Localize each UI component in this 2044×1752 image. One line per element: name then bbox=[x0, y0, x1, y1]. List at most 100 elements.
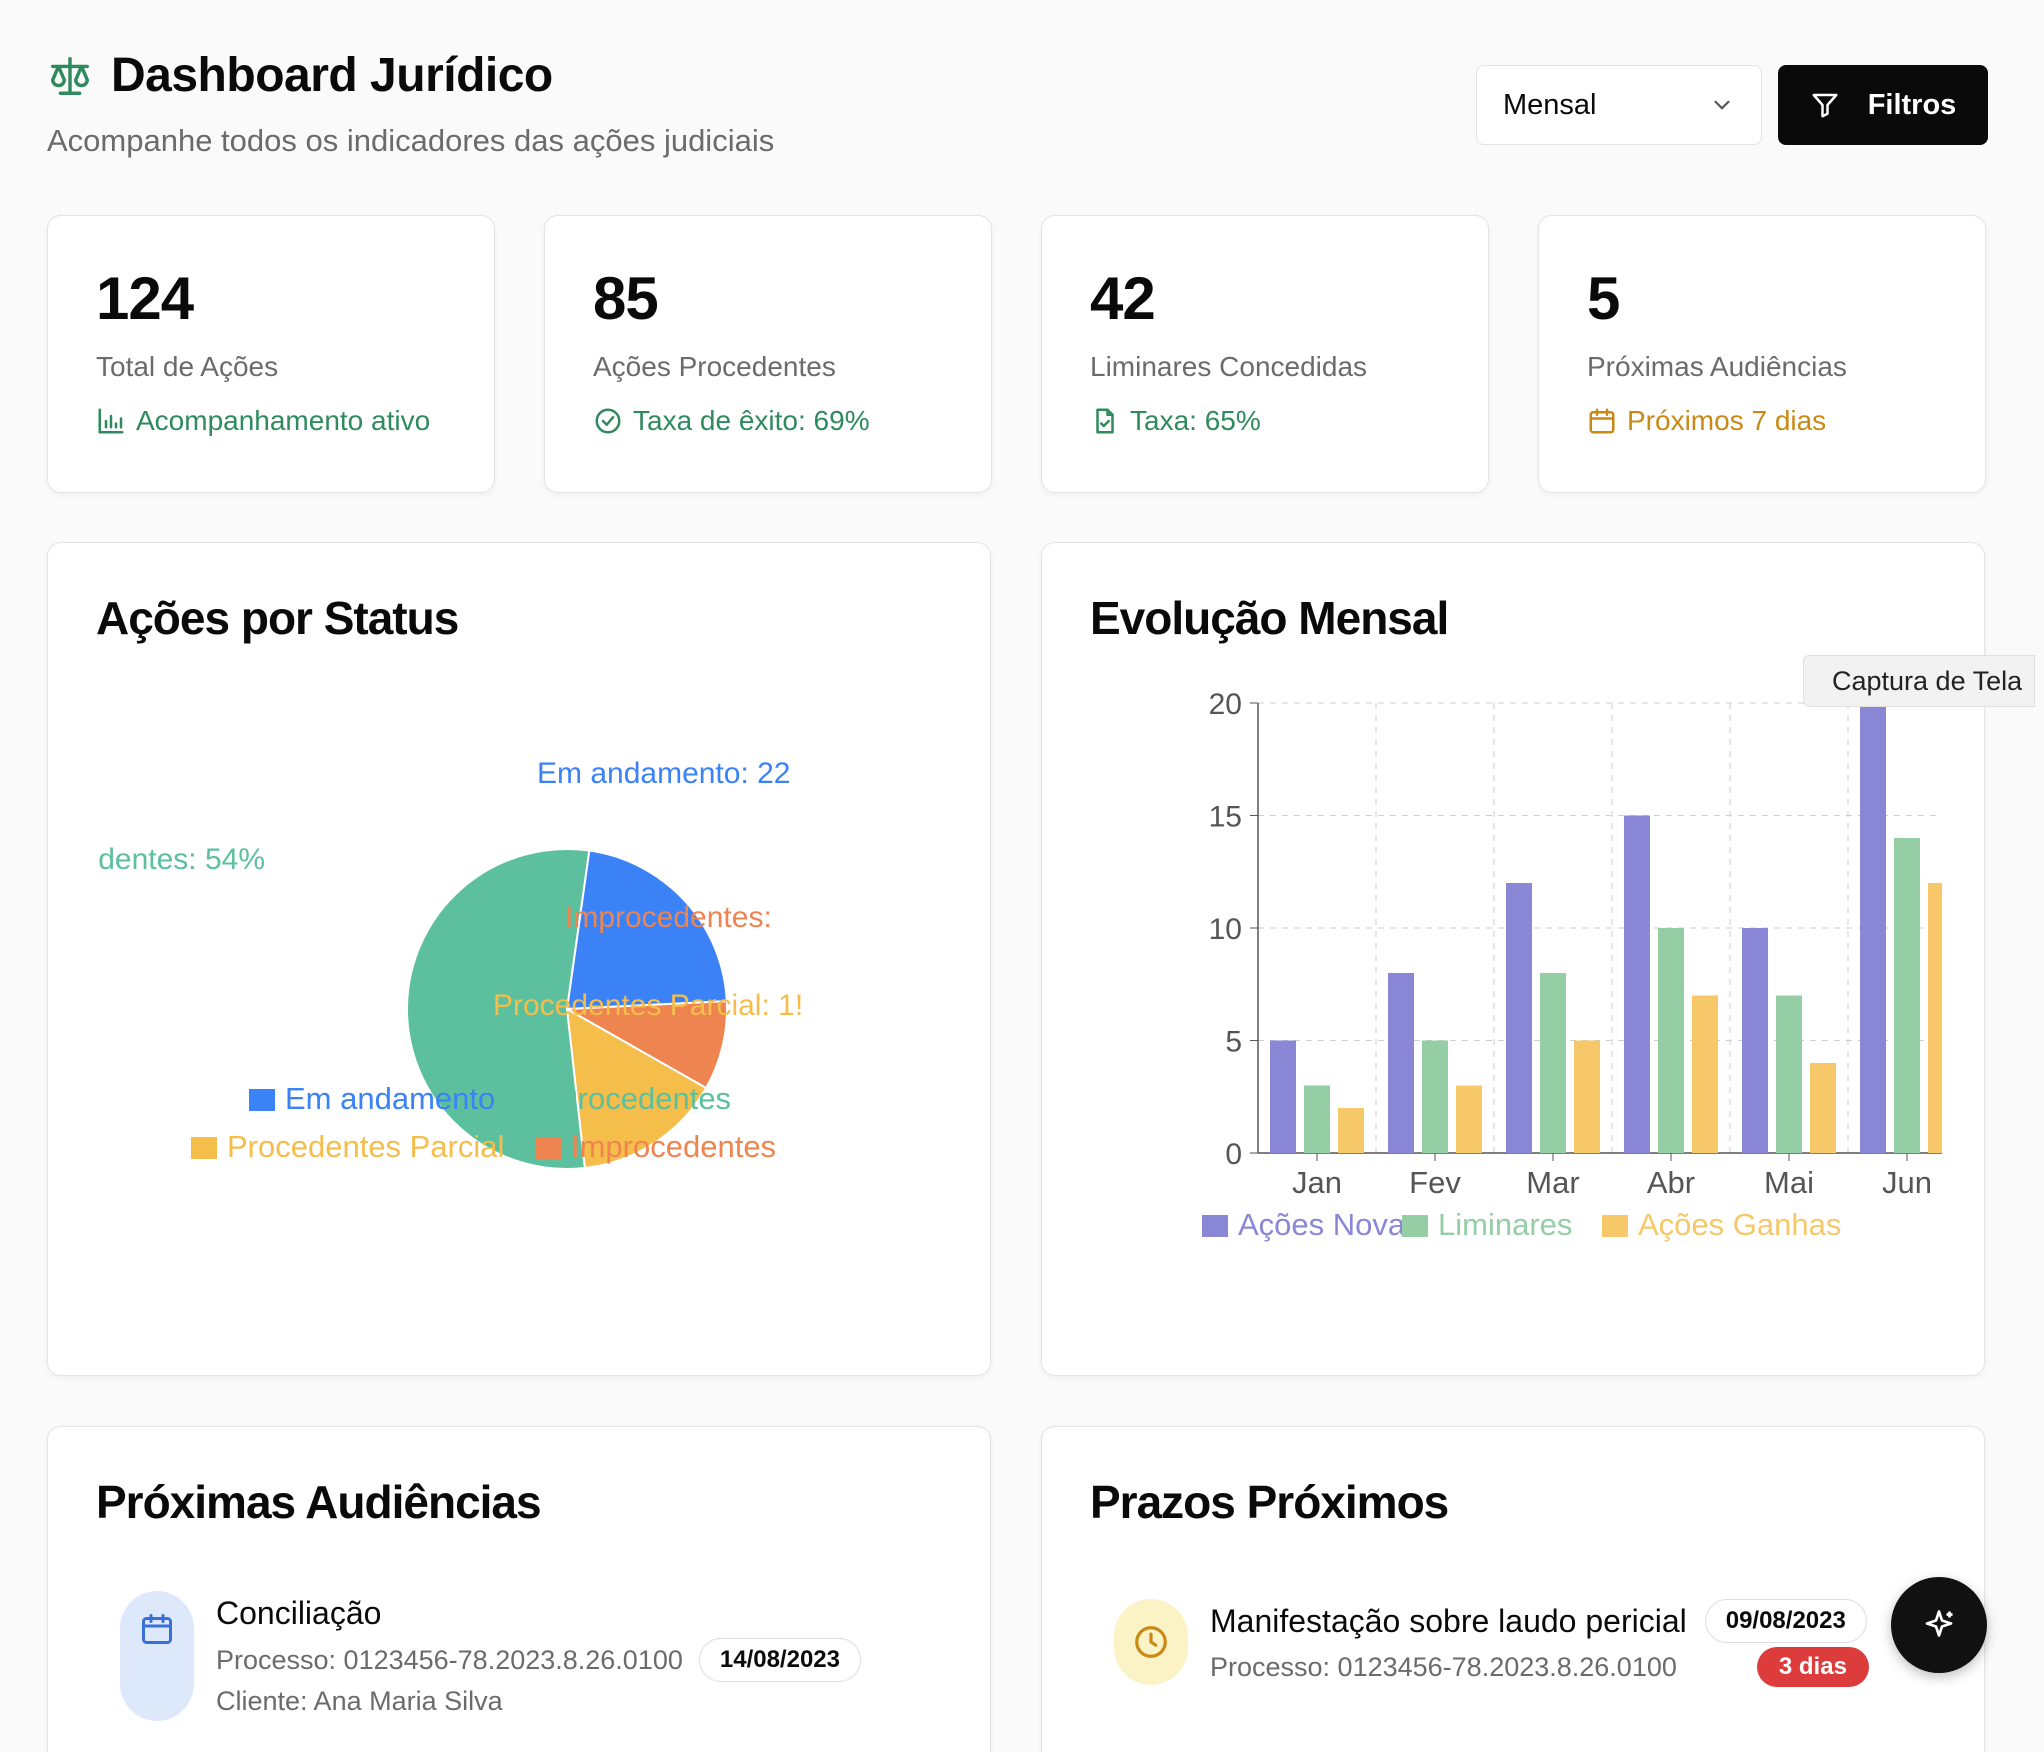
deadline-icon-box bbox=[1114, 1599, 1188, 1685]
legend-item[interactable]: Procedentes bbox=[557, 1081, 731, 1116]
hearing-info: Conciliação Processo: 0123456-78.2023.8.… bbox=[216, 1595, 861, 1721]
x-tick-label: Fev bbox=[1409, 1165, 1461, 1200]
y-tick-label: 10 bbox=[1209, 913, 1242, 946]
stat-value: 85 bbox=[593, 265, 659, 332]
legend-item[interactable]: Em andamento bbox=[285, 1081, 495, 1116]
bar-liminares-jan[interactable] bbox=[1304, 1085, 1330, 1154]
y-tick-label: 5 bbox=[1225, 1026, 1242, 1059]
page-header: Dashboard Jurídico Acompanhe todos os in… bbox=[47, 48, 1988, 168]
x-tick-label: Abr bbox=[1647, 1165, 1695, 1200]
chevron-down-icon bbox=[1714, 100, 1730, 110]
legend-swatch bbox=[535, 1137, 561, 1159]
legend-swatch bbox=[521, 1089, 547, 1111]
bar-ações-novas-mar[interactable] bbox=[1506, 883, 1532, 1153]
scale-icon bbox=[51, 56, 89, 95]
deadline-info: Manifestação sobre laudo pericial 09/08/… bbox=[1210, 1599, 1869, 1687]
stat-card-liminares: 42 Liminares Concedidas Taxa: 65% bbox=[1041, 215, 1489, 493]
deadlines-title: Prazos Próximos bbox=[1090, 1476, 1449, 1528]
hearing-client: Cliente: Ana Maria Silva bbox=[216, 1686, 503, 1716]
header-controls: Mensal Filtros bbox=[1476, 65, 1988, 145]
deadline-process: Processo: 0123456-78.2023.8.26.0100 bbox=[1210, 1651, 1677, 1682]
bar-ações-novas-jun[interactable] bbox=[1860, 703, 1886, 1153]
hearing-item[interactable]: Conciliação Processo: 0123456-78.2023.8.… bbox=[120, 1591, 942, 1721]
legend-swatch bbox=[1202, 1215, 1228, 1237]
x-tick-label: Jun bbox=[1882, 1165, 1932, 1200]
filter-button-label: Filtros bbox=[1867, 88, 1957, 121]
stat-card-procedentes: 85 Ações Procedentes Taxa de êxito: 69% bbox=[544, 215, 992, 493]
bar-ações-novas-abr[interactable] bbox=[1624, 815, 1650, 1154]
hearing-date-badge: 14/08/2023 bbox=[698, 1638, 861, 1682]
stat-note-text: Próximos 7 dias bbox=[1627, 405, 1827, 436]
bar-liminares-abr[interactable] bbox=[1658, 928, 1684, 1153]
stat-label: Ações Procedentes bbox=[593, 351, 836, 382]
file-check-icon bbox=[1096, 408, 1114, 434]
monthly-chart-title: Evolução Mensal bbox=[1090, 592, 1449, 644]
bar-ações-ganhas-abr[interactable] bbox=[1692, 995, 1718, 1154]
pie-slice-label: ocedentes: 54% bbox=[97, 843, 265, 876]
bar-liminares-jun[interactable] bbox=[1894, 838, 1920, 1153]
status-pie-chart: Em andamento: 22 Improcedentes: Procedente… bbox=[97, 757, 803, 1170]
pie-slice-label: Procedentes Parcial: 1! bbox=[493, 989, 803, 1022]
bar-ações-ganhas-fev[interactable] bbox=[1456, 1085, 1482, 1154]
stat-label: Liminares Concedidas bbox=[1090, 351, 1368, 382]
bar-ações-ganhas-jun[interactable] bbox=[1928, 883, 1942, 1153]
legend-item[interactable]: Improcedentes bbox=[571, 1129, 776, 1164]
page-title: Dashboard Jurídico bbox=[111, 49, 553, 102]
x-tick-label: Mar bbox=[1526, 1165, 1579, 1200]
status-chart-panel: Ações por Status Em andamento: 22 Improce… bbox=[47, 542, 991, 1376]
legend-swatch bbox=[1602, 1215, 1628, 1237]
hearing-process: Processo: 0123456-78.2023.8.26.0100 bbox=[216, 1644, 683, 1675]
bar-ações-novas-fev[interactable] bbox=[1388, 973, 1414, 1153]
bar-ações-ganhas-jan[interactable] bbox=[1338, 1108, 1364, 1153]
bar-ações-novas-mai[interactable] bbox=[1742, 928, 1768, 1153]
filter-icon bbox=[1812, 93, 1838, 118]
y-tick-label: 15 bbox=[1209, 801, 1242, 834]
stat-note: Acompanhamento ativo bbox=[96, 405, 446, 437]
bar-ações-ganhas-mar[interactable] bbox=[1574, 1040, 1600, 1154]
period-select-value: Mensal bbox=[1503, 88, 1597, 121]
stat-note-text: Acompanhamento ativo bbox=[136, 405, 431, 436]
y-tick-label: 20 bbox=[1209, 688, 1242, 721]
stat-note-text: Taxa de êxito: 69% bbox=[633, 405, 870, 436]
bar-liminares-fev[interactable] bbox=[1422, 1040, 1448, 1154]
stat-value: 5 bbox=[1587, 265, 1620, 332]
legend-swatch bbox=[1402, 1215, 1428, 1237]
legend-item[interactable]: Liminares bbox=[1438, 1207, 1572, 1242]
stat-note: Taxa de êxito: 69% bbox=[593, 405, 943, 437]
calendar-icon bbox=[142, 1614, 172, 1644]
check-circle-icon bbox=[595, 408, 621, 434]
stat-card-audiencias: 5 Próximas Audiências Próximos 7 dias bbox=[1538, 215, 1986, 493]
status-chart-title: Ações por Status bbox=[96, 592, 459, 644]
clock-icon bbox=[1135, 1626, 1167, 1658]
deadline-title: Manifestação sobre laudo pericial bbox=[1210, 1602, 1687, 1639]
pie-slice-label: Em andamento: 22 bbox=[537, 757, 791, 790]
deadline-date-badge: 09/08/2023 bbox=[1704, 1599, 1867, 1643]
hearing-title: Conciliação bbox=[216, 1595, 382, 1631]
stat-label: Próximas Audiências bbox=[1587, 351, 1847, 382]
monthly-bar-chart: 0 5 10 15 20 Jan Fev Mar Abr Mai Jun Ações Novas Lim… bbox=[1202, 688, 1942, 1242]
period-select[interactable]: Mensal bbox=[1476, 65, 1762, 145]
hearing-icon-box bbox=[120, 1591, 194, 1721]
hearings-title: Próximas Audiências bbox=[96, 1476, 542, 1528]
stat-card-total: 124 Total de Ações Acompanhamento ativo bbox=[47, 215, 495, 493]
legend-item[interactable]: Procedentes Parcial bbox=[227, 1129, 504, 1164]
filter-button[interactable]: Filtros bbox=[1778, 65, 1988, 145]
screenshot-tooltip: Captura de Tela bbox=[1803, 655, 2036, 707]
bar-liminares-mar[interactable] bbox=[1540, 973, 1566, 1153]
stat-value: 124 bbox=[96, 265, 194, 332]
x-tick-label: Jan bbox=[1292, 1165, 1342, 1200]
bar-ações-ganhas-mai[interactable] bbox=[1810, 1063, 1836, 1153]
stat-label: Total de Ações bbox=[96, 351, 279, 382]
legend-item[interactable]: Ações Ganhas bbox=[1638, 1207, 1841, 1242]
bar-liminares-mai[interactable] bbox=[1776, 995, 1802, 1154]
deadline-item[interactable]: Manifestação sobre laudo pericial 09/08/… bbox=[1114, 1599, 1936, 1687]
legend-swatch bbox=[191, 1137, 217, 1159]
stat-note: Taxa: 65% bbox=[1090, 405, 1440, 437]
bar-ações-novas-jan[interactable] bbox=[1270, 1040, 1296, 1154]
x-tick-label: Mai bbox=[1764, 1165, 1814, 1200]
ai-assistant-button[interactable] bbox=[1891, 1577, 1987, 1673]
legend-swatch bbox=[249, 1089, 275, 1111]
stat-note: Próximos 7 dias bbox=[1587, 405, 1937, 437]
legend-item[interactable]: Ações Novas bbox=[1238, 1207, 1421, 1242]
calendar-icon bbox=[1589, 408, 1615, 434]
